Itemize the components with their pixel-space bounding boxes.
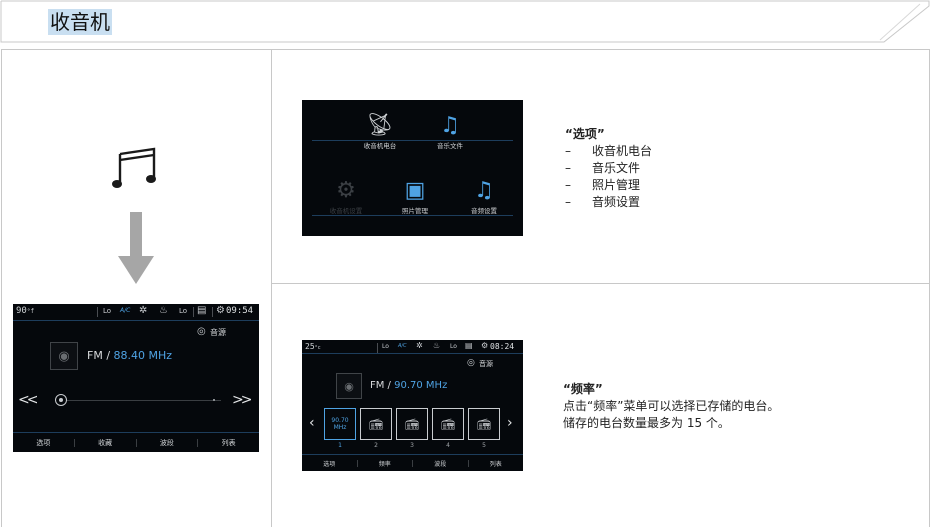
down-arrow-icon — [118, 212, 154, 284]
preset-number: 1 — [338, 442, 342, 449]
options-description: “选项” – 收音机电台 – 音乐文件 – 照片管理 – 音频设置 — [565, 126, 652, 211]
options-heading: “选项” — [565, 127, 605, 141]
frequency-display: FM / 88.40 MHz — [87, 349, 173, 362]
option-photo-manage[interactable]: ▣ 照片管理 — [385, 177, 445, 215]
frequency-line-1: 点击“频率”菜单可以选择已存储的电台。 — [563, 399, 780, 413]
list-item: – 音频设置 — [565, 195, 641, 209]
menu-frequency[interactable]: 频率 — [358, 459, 413, 468]
preset-next-arrow[interactable]: › — [507, 415, 513, 431]
fan-icon: ✲ — [139, 305, 148, 316]
radio-icon: 📻︎ — [441, 417, 455, 431]
radio-menu: 选项 收藏 波段 列表 — [13, 438, 259, 448]
header-bar: 收音机 — [0, 0, 931, 44]
radio-wave-icon: ◉ — [58, 348, 70, 364]
options-screen: 📡︎ 收音机电台 ♫ 音乐文件 ⚙ 收音机设置 ▣ 照片管理 ♫ 音频设置 — [302, 100, 523, 236]
menu-favorites[interactable]: 收藏 — [75, 438, 136, 448]
option-divider — [312, 215, 513, 216]
frequency-menu: 选项 频率 波段 列表 — [302, 459, 523, 468]
gear-icon: ⚙ — [481, 341, 489, 350]
status-separator — [97, 307, 98, 317]
seat-heat-icon: ♨ — [433, 341, 441, 350]
list-item: – 照片管理 — [565, 178, 641, 192]
menu-options[interactable]: 选项 — [302, 459, 357, 468]
fan-icon: ✲ — [416, 341, 423, 350]
preset-button-3[interactable]: 📻︎ — [396, 408, 428, 440]
list-item: – 收音机电台 — [565, 144, 653, 158]
menu-list[interactable]: 列表 — [198, 438, 259, 448]
clock: 09:54 — [226, 306, 254, 316]
ac-indicator: A/C — [398, 343, 407, 349]
option-audio-settings[interactable]: ♫ 音频设置 — [454, 177, 514, 215]
source-icon[interactable]: ◎ — [467, 358, 475, 368]
frequency-heading: “频率” — [563, 382, 603, 396]
seek-back-button[interactable]: << — [18, 392, 39, 408]
option-divider — [312, 140, 513, 141]
fan-level-right: Lo — [450, 343, 457, 350]
source-label[interactable]: 音源 — [479, 359, 493, 369]
menu-band[interactable]: 波段 — [137, 438, 198, 448]
radio-icon: 📻︎ — [369, 417, 383, 431]
radio-wave-icon: ◉ — [344, 379, 354, 393]
menu-options[interactable]: 选项 — [13, 438, 74, 448]
radio-station-icon: 📡︎ — [366, 113, 394, 138]
status-divider — [13, 320, 259, 321]
option-radio-station[interactable]: 📡︎ 收音机电台 — [350, 112, 410, 150]
frequency-display: FM / 90.70 MHz — [370, 380, 448, 391]
ac-indicator: A/C — [120, 307, 131, 314]
radio-icon: 📻︎ — [405, 417, 419, 431]
media-icon: ▤ — [465, 341, 473, 350]
menu-divider — [13, 432, 259, 433]
media-icon: ▤ — [197, 305, 207, 316]
music-file-icon: ♫ — [440, 113, 460, 138]
preset-number: 2 — [374, 442, 378, 449]
tuning-track[interactable] — [61, 400, 221, 401]
tuning-tick — [213, 399, 215, 401]
radio-screen: 90°f Lo A/C ✲ ♨ Lo ▤ ⚙ 09:54 ◎ 音源 ◉ FM /… — [13, 304, 259, 452]
photo-manage-icon: ▣ — [404, 178, 426, 203]
temperature-readout: 90°f — [16, 306, 35, 316]
radio-settings-icon: ⚙ — [336, 178, 356, 203]
preset-prev-arrow[interactable]: ‹ — [309, 415, 315, 431]
menu-divider — [302, 454, 523, 455]
status-divider — [302, 353, 523, 354]
preset-button-4[interactable]: 📻︎ — [432, 408, 464, 440]
status-separator — [377, 343, 378, 353]
preset-button-1[interactable]: 90.70 MHz — [324, 408, 356, 440]
fan-level-left: Lo — [103, 307, 112, 315]
tuning-knob[interactable] — [55, 394, 67, 406]
preset-button-2[interactable]: 📻︎ — [360, 408, 392, 440]
option-radio-settings: ⚙ 收音机设置 — [316, 177, 376, 215]
seat-heat-icon: ♨ — [159, 305, 168, 316]
preset-number: 4 — [446, 442, 450, 449]
frequency-screen: 25°c Lo A/C ✲ ♨ Lo ▤ ⚙ 08:24 ◎ 音源 ◉ FM /… — [302, 340, 523, 471]
fan-level-right: Lo — [179, 307, 188, 315]
source-label[interactable]: 音源 — [210, 327, 226, 338]
temperature-readout: 25°c — [305, 342, 321, 351]
source-icon[interactable]: ◎ — [197, 326, 206, 337]
preset-number: 3 — [410, 442, 414, 449]
preset-number: 5 — [482, 442, 486, 449]
status-separator — [212, 307, 213, 317]
menu-band[interactable]: 波段 — [413, 459, 468, 468]
menu-list[interactable]: 列表 — [469, 459, 524, 468]
frequency-description: “频率” 点击“频率”菜单可以选择已存储的电台。 储存的电台数量最多为 15 个… — [563, 381, 779, 432]
clock: 08:24 — [490, 342, 515, 351]
row-divider — [272, 283, 930, 284]
frequency-line-2: 储存的电台数量最多为 15 个。 — [563, 416, 730, 430]
audio-settings-icon: ♫ — [474, 178, 494, 203]
list-item: – 音乐文件 — [565, 161, 641, 175]
column-divider — [271, 49, 272, 527]
gear-icon: ⚙ — [216, 305, 225, 316]
option-music-file[interactable]: ♫ 音乐文件 — [420, 112, 480, 150]
radio-icon: 📻︎ — [477, 417, 491, 431]
fan-level-left: Lo — [382, 343, 389, 350]
header-frame — [0, 0, 930, 43]
preset-button-5[interactable]: 📻︎ — [468, 408, 500, 440]
music-note-icon — [112, 147, 156, 188]
page-title: 收音机 — [48, 9, 112, 35]
station-art: ◉ — [50, 342, 78, 370]
status-separator — [193, 307, 194, 317]
station-art: ◉ — [336, 373, 362, 399]
seek-forward-button[interactable]: >> — [232, 392, 253, 408]
